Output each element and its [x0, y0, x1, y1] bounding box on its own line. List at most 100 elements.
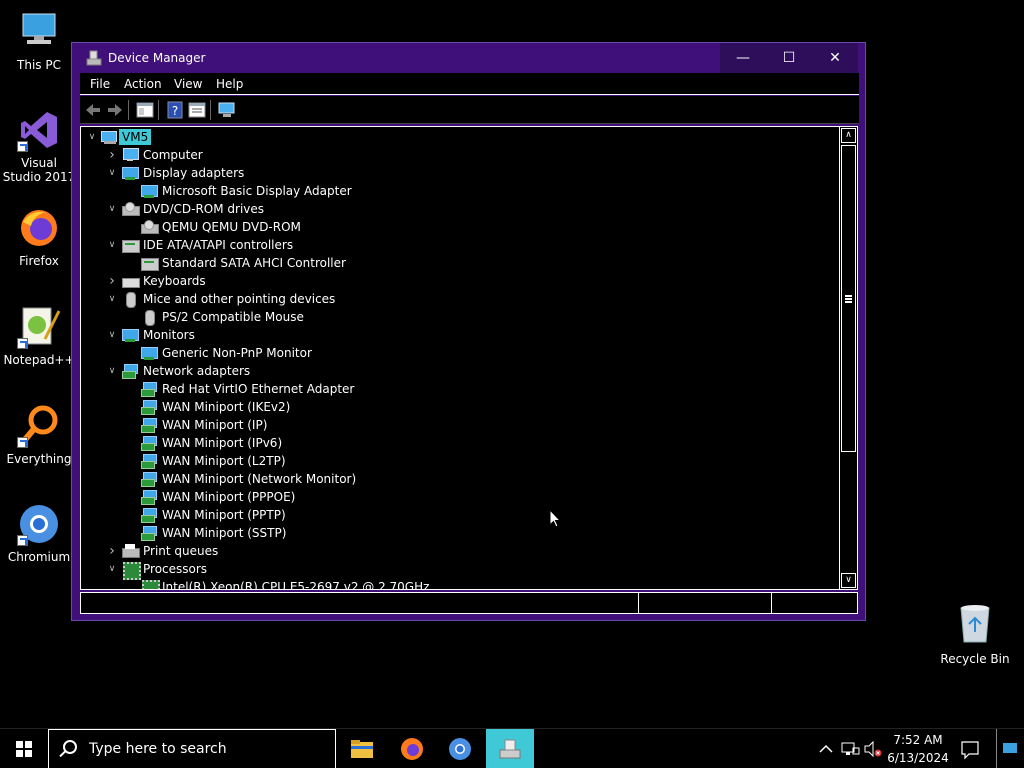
tree-device[interactable]: WAN Miniport (SSTP)	[81, 524, 821, 542]
tree-category[interactable]: › Computer	[81, 146, 821, 164]
action-center-button[interactable]	[954, 729, 986, 768]
tree-device[interactable]: Microsoft Basic Display Adapter	[81, 182, 821, 200]
properties-icon[interactable]	[188, 101, 206, 119]
chevron-down-icon[interactable]: ∨	[87, 128, 97, 146]
chevron-right-icon[interactable]: ›	[107, 542, 117, 560]
tree-item-label: DVD/CD-ROM drives	[143, 202, 265, 216]
desktop-icon-chromium[interactable]: Chromium	[1, 502, 77, 564]
tree-item-label: PS/2 Compatible Mouse	[162, 310, 304, 324]
tree-item-label: Keyboards	[143, 274, 206, 288]
tree-device[interactable]: WAN Miniport (Network Monitor)	[81, 470, 821, 488]
display-adapter-icon	[122, 166, 139, 180]
tree-category[interactable]: ∨ Monitors	[81, 326, 821, 344]
tree-item-label: IDE ATA/ATAPI controllers	[143, 238, 294, 252]
tree-item-label: Monitors	[143, 328, 195, 342]
tree-item-label: Generic Non-PnP Monitor	[162, 346, 312, 360]
menu-action[interactable]: Action	[124, 77, 162, 91]
tree-device[interactable]: WAN Miniport (IP)	[81, 416, 821, 434]
scrollbar-thumb[interactable]	[841, 145, 856, 452]
taskbar-firefox[interactable]	[388, 729, 436, 768]
chevron-down-icon[interactable]: ∨	[107, 236, 117, 254]
tree-device[interactable]: QEMU QEMU DVD-ROM	[81, 218, 821, 236]
desktop-icon-firefox[interactable]: Firefox	[1, 206, 77, 268]
tree-item-label: WAN Miniport (Network Monitor)	[162, 472, 357, 486]
tree-category[interactable]: ∨ Processors	[81, 560, 821, 580]
tree-category[interactable]: › Print queues	[81, 542, 821, 560]
minimize-button[interactable]: —	[720, 43, 766, 73]
network-icon	[841, 742, 860, 755]
tree-device[interactable]: Standard SATA AHCI Controller	[81, 254, 821, 272]
keyboard-icon	[122, 274, 140, 288]
tree-device[interactable]: PS/2 Compatible Mouse	[81, 308, 821, 326]
show-hidden-icons-button[interactable]	[815, 729, 837, 768]
scroll-down-button[interactable]: ∨	[841, 573, 856, 588]
show-desktop-button[interactable]	[996, 729, 1024, 768]
tree-device[interactable]: Red Hat VirtIO Ethernet Adapter	[81, 380, 821, 398]
chevron-down-icon[interactable]: ∨	[107, 164, 117, 182]
chevron-down-icon[interactable]: ∨	[107, 326, 117, 344]
tree-device[interactable]: WAN Miniport (L2TP)	[81, 452, 821, 470]
network-tray-icon[interactable]	[839, 729, 861, 768]
taskbar-search-box[interactable]: Type here to search	[48, 729, 336, 768]
scroll-up-button[interactable]: ∧	[841, 128, 856, 143]
tree-item-label: WAN Miniport (IP)	[162, 418, 268, 432]
dvd-drive-icon	[141, 220, 159, 234]
tree-device[interactable]: WAN Miniport (PPTP)	[81, 506, 821, 524]
shortcut-arrow-icon	[17, 437, 28, 448]
desktop-icon-notepad-plus-plus[interactable]: Notepad++	[1, 305, 77, 367]
chevron-right-icon[interactable]: ›	[107, 146, 117, 164]
tree-category[interactable]: ∨ Display adapters	[81, 164, 821, 182]
chevron-down-icon[interactable]: ∨	[107, 200, 117, 218]
chevron-down-icon[interactable]: ∨	[107, 560, 117, 578]
desktop-icon-this-pc[interactable]: This PC	[1, 10, 77, 72]
volume-tray-icon[interactable]	[862, 729, 884, 768]
taskbar-device-manager[interactable]	[486, 729, 534, 768]
tree-category[interactable]: ∨ Mice and other pointing devices	[81, 290, 821, 308]
scan-hardware-changes-icon[interactable]	[218, 101, 236, 119]
help-icon[interactable]: ?	[166, 101, 184, 119]
recycle-bin-label: Recycle Bin	[940, 652, 1010, 666]
start-button[interactable]	[0, 729, 48, 768]
tree-device[interactable]: Generic Non-PnP Monitor	[81, 344, 821, 362]
desktop-icon-everything[interactable]: Everything	[1, 404, 77, 466]
tree-device[interactable]: Intel(R) Xeon(R) CPU E5-2697 v2 @ 2.70GH…	[81, 578, 821, 589]
vertical-scrollbar[interactable]: ∧ ∨	[839, 127, 857, 589]
show-hide-console-tree-icon[interactable]	[136, 101, 154, 119]
tree-device[interactable]: WAN Miniport (PPPOE)	[81, 488, 821, 506]
desktop-icon-label: Visual Studio 2017	[2, 156, 76, 184]
chevron-down-icon[interactable]: ∨	[107, 290, 117, 308]
menu-help[interactable]: Help	[216, 77, 243, 91]
close-button[interactable]: ✕	[812, 43, 858, 73]
taskbar-chromium[interactable]	[436, 729, 484, 768]
taskbar-file-explorer[interactable]	[338, 729, 386, 768]
title-bar[interactable]: Device Manager — ☐ ✕	[72, 43, 865, 73]
tree-device[interactable]: WAN Miniport (IPv6)	[81, 434, 821, 452]
desktop-icon-label: This PC	[17, 58, 61, 72]
chevron-down-icon[interactable]: ∨	[107, 362, 117, 380]
chevron-right-icon[interactable]: ›	[107, 272, 117, 290]
tree-item-label: Display adapters	[143, 166, 245, 180]
menu-file[interactable]: File	[90, 77, 110, 91]
tree-device[interactable]: WAN Miniport (IKEv2)	[81, 398, 821, 416]
tree-item-label: WAN Miniport (IPv6)	[162, 436, 283, 450]
back-arrow-icon[interactable]	[84, 101, 102, 119]
tree-root[interactable]: ∨ VM5	[81, 128, 821, 146]
taskbar-clock[interactable]: 7:52 AM 6/13/2024	[885, 731, 951, 767]
desktop-icon-recycle-bin[interactable]: Recycle Bin	[938, 602, 1012, 666]
tree-category[interactable]: ∨ IDE ATA/ATAPI controllers	[81, 236, 821, 254]
tree-category[interactable]: › Keyboards	[81, 272, 821, 290]
this-pc-icon	[17, 10, 61, 54]
tree-item-label: Intel(R) Xeon(R) CPU E5-2697 v2 @ 2.70GH…	[162, 580, 430, 589]
minimize-icon: —	[736, 50, 750, 66]
mouse-cursor-icon	[549, 509, 561, 528]
tree-category[interactable]: ∨ Network adapters	[81, 362, 821, 380]
maximize-button[interactable]: ☐	[766, 43, 812, 73]
tree-category[interactable]: ∨ DVD/CD-ROM drives	[81, 200, 821, 218]
menu-view[interactable]: View	[174, 77, 202, 91]
forward-arrow-icon[interactable]	[106, 101, 124, 119]
grip-icon	[845, 295, 852, 303]
tree-item-label: Processors	[143, 562, 208, 576]
clock-time: 7:52 AM	[893, 733, 943, 747]
desktop-icon-visual-studio[interactable]: Visual Studio 2017	[1, 108, 77, 184]
firefox-icon	[17, 206, 61, 250]
